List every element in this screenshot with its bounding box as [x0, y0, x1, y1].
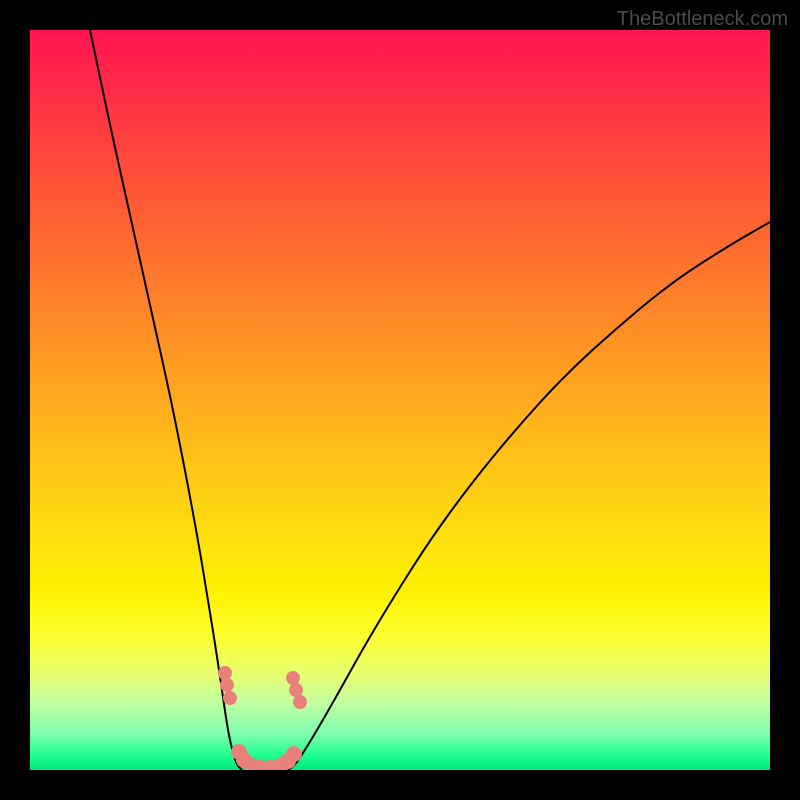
attribution-text: TheBottleneck.com: [617, 8, 788, 31]
data-marker: [289, 683, 303, 697]
plot-area: [30, 30, 770, 770]
data-marker: [286, 746, 302, 762]
data-marker: [293, 695, 307, 709]
markers-layer: [30, 30, 770, 770]
data-marker: [223, 691, 237, 705]
data-markers: [218, 666, 307, 770]
data-marker: [286, 671, 300, 685]
data-marker: [218, 666, 232, 680]
data-marker: [220, 678, 234, 692]
